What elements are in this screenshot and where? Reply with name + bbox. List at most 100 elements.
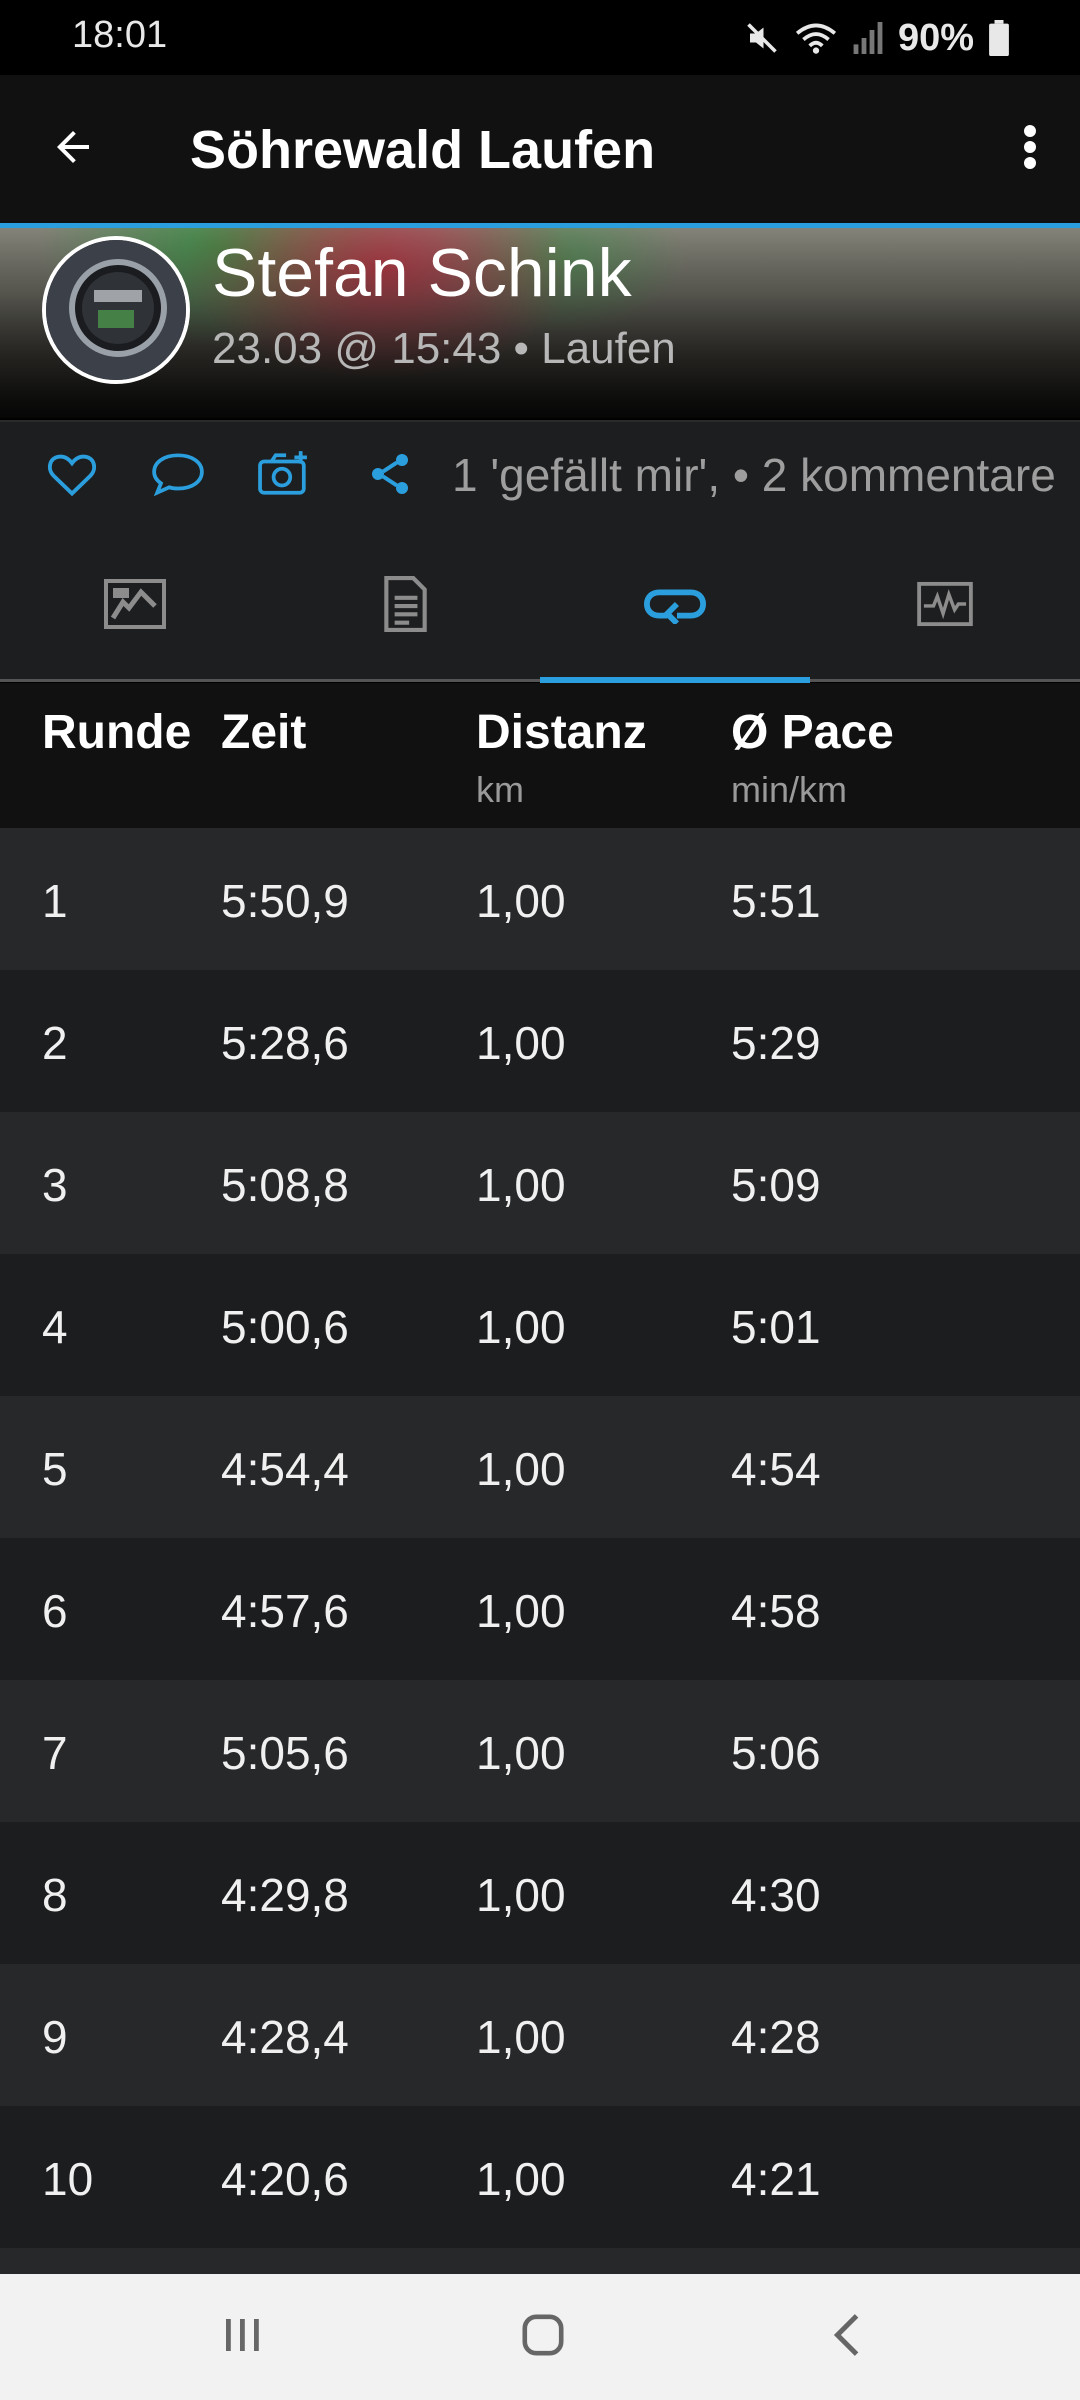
column-header-distance: Distanz <box>476 706 647 759</box>
lap-distance: 1,00 <box>476 875 566 927</box>
social-actions-row: 1 'gefällt mir', • 2 kommentare <box>0 420 1080 532</box>
lap-time: 4:57,6 <box>221 1585 349 1637</box>
table-row[interactable]: 1 5:50,9 1,00 5:51 <box>0 828 1080 970</box>
tab-details[interactable] <box>270 530 540 682</box>
table-row[interactable]: 7 5:05,6 1,00 5:06 <box>0 1680 1080 1822</box>
system-nav-bar <box>0 2274 1080 2400</box>
tab-map[interactable] <box>0 530 270 682</box>
recent-apps-icon <box>220 2313 264 2362</box>
lap-pace: 4:28 <box>731 2011 821 2063</box>
tab-laps[interactable] <box>540 530 810 682</box>
lap-distance: 1,00 <box>476 1301 566 1353</box>
avatar[interactable] <box>42 236 190 384</box>
lap-distance: 1,00 <box>476 2153 566 2205</box>
lap-pace: 4:21 <box>731 2153 821 2205</box>
laps-table-header: Runde Zeit Distanz km Ø Pace min/km <box>0 683 1080 828</box>
table-row[interactable]: 4 5:00,6 1,00 5:01 <box>0 1254 1080 1396</box>
home-icon <box>520 2312 566 2363</box>
lap-number: 6 <box>42 1585 68 1637</box>
home-button[interactable] <box>503 2307 583 2367</box>
lap-pace: 5:09 <box>731 1159 821 1211</box>
column-unit-pace: min/km <box>731 769 847 810</box>
lap-pace: 5:01 <box>731 1301 821 1353</box>
back-nav-icon <box>827 2312 867 2363</box>
app-bar: Söhrewald Laufen <box>0 75 1080 223</box>
column-header-time: Zeit <box>221 706 307 759</box>
activity-date-type: 23.03 @ 15:43 • Laufen <box>212 324 676 373</box>
mute-icon <box>744 20 780 56</box>
lap-pace: 5:51 <box>731 875 821 927</box>
lap-distance: 1,00 <box>476 1443 566 1495</box>
lap-distance: 1,00 <box>476 2011 566 2063</box>
laps-icon <box>643 584 707 629</box>
details-icon <box>382 575 428 638</box>
lap-number: 9 <box>42 2011 68 2063</box>
table-row[interactable]: 2 5:28,6 1,00 5:29 <box>0 970 1080 1112</box>
user-name[interactable]: Stefan Schink <box>212 234 632 312</box>
lap-pace: 5:29 <box>731 1017 821 1069</box>
lap-time: 5:28,6 <box>221 1017 349 1069</box>
lap-number: 2 <box>42 1017 68 1069</box>
table-row[interactable]: 6 4:57,6 1,00 4:58 <box>0 1538 1080 1680</box>
table-row[interactable]: 8 4:29,8 1,00 4:30 <box>0 1822 1080 1964</box>
back-nav-button[interactable] <box>807 2307 887 2367</box>
table-row[interactable]: 9 4:28,4 1,00 4:28 <box>0 1964 1080 2106</box>
lap-distance: 1,00 <box>476 1869 566 1921</box>
back-button[interactable] <box>28 119 118 179</box>
battery-icon <box>988 20 1010 56</box>
more-options-button[interactable] <box>1000 119 1060 179</box>
status-time: 18:01 <box>72 14 168 56</box>
map-icon <box>103 578 167 635</box>
activity-header: Stefan Schink 23.03 @ 15:43 • Laufen <box>0 228 1080 418</box>
column-header-lap: Runde <box>42 706 192 759</box>
page-title: Söhrewald Laufen <box>190 120 656 180</box>
lap-time: 5:50,9 <box>221 875 349 927</box>
tab-charts[interactable] <box>810 530 1080 682</box>
lap-time: 4:54,4 <box>221 1443 349 1495</box>
lap-time: 4:28,4 <box>221 2011 349 2063</box>
comment-button[interactable] <box>148 448 208 504</box>
activity-tabs <box>0 530 1080 682</box>
lap-time: 4:20,6 <box>221 2153 349 2205</box>
table-row-partial <box>0 2248 1080 2274</box>
laps-table-body: 1 5:50,9 1,00 5:51 2 5:28,6 1,00 5:29 3 … <box>0 828 1080 2248</box>
column-unit-distance: km <box>476 769 524 810</box>
more-vert-icon <box>1022 123 1038 176</box>
back-arrow-icon <box>49 123 97 176</box>
lap-distance: 1,00 <box>476 1727 566 1779</box>
lap-number: 10 <box>42 2153 94 2205</box>
lap-number: 4 <box>42 1301 68 1353</box>
lap-number: 5 <box>42 1443 68 1495</box>
lap-distance: 1,00 <box>476 1585 566 1637</box>
table-row[interactable]: 10 4:20,6 1,00 4:21 <box>0 2106 1080 2248</box>
lap-number: 3 <box>42 1159 68 1211</box>
lap-number: 7 <box>42 1727 68 1779</box>
recent-apps-button[interactable] <box>202 2307 282 2367</box>
lap-distance: 1,00 <box>476 1159 566 1211</box>
share-icon <box>366 450 414 503</box>
comment-icon <box>151 450 205 503</box>
lap-distance: 1,00 <box>476 1017 566 1069</box>
likes-comments-summary[interactable]: 1 'gefällt mir', • 2 kommentare <box>452 448 1056 502</box>
lap-time: 5:05,6 <box>221 1727 349 1779</box>
like-button[interactable] <box>42 448 102 504</box>
table-row[interactable]: 3 5:08,8 1,00 5:09 <box>0 1112 1080 1254</box>
status-icons: 90% <box>744 14 1010 62</box>
lap-number: 1 <box>42 875 68 927</box>
lap-pace: 5:06 <box>731 1727 821 1779</box>
heart-icon <box>46 450 98 503</box>
chart-icon <box>916 581 974 632</box>
table-row[interactable]: 5 4:54,4 1,00 4:54 <box>0 1396 1080 1538</box>
lap-pace: 4:58 <box>731 1585 821 1637</box>
signal-icon <box>852 20 884 56</box>
add-photo-icon <box>256 449 312 504</box>
column-header-pace: Ø Pace <box>731 706 894 759</box>
lap-number: 8 <box>42 1869 68 1921</box>
lap-pace: 4:54 <box>731 1443 821 1495</box>
add-photo-button[interactable] <box>254 448 314 504</box>
share-button[interactable] <box>360 448 420 504</box>
lap-time: 5:00,6 <box>221 1301 349 1353</box>
status-bar: 18:01 90% <box>0 0 1080 75</box>
battery-percent: 90% <box>897 16 974 59</box>
lap-time: 4:29,8 <box>221 1869 349 1921</box>
